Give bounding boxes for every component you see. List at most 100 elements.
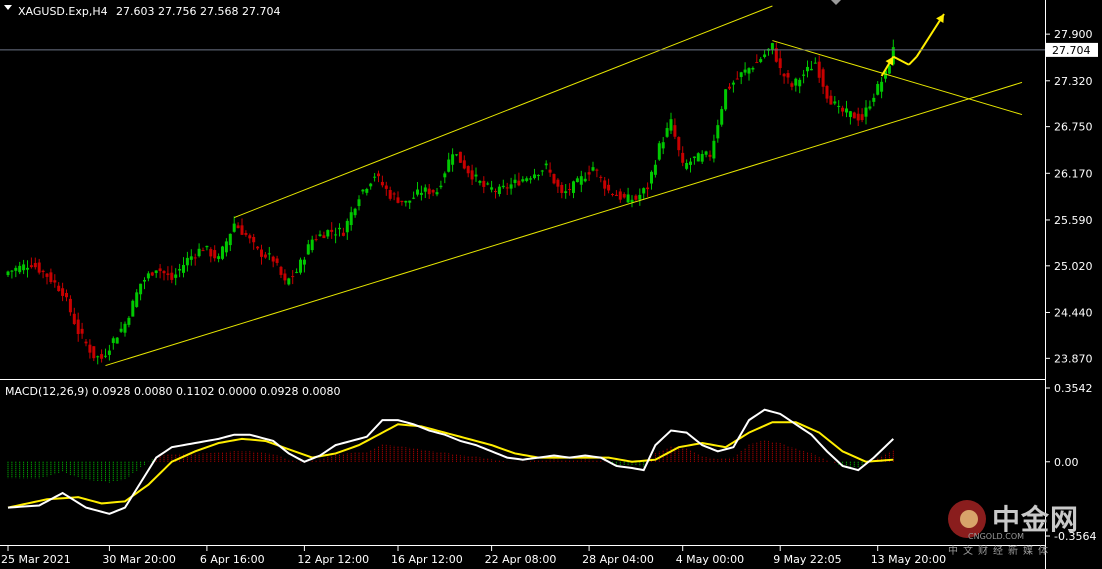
candle-body [322, 235, 326, 239]
candle-body [18, 265, 22, 273]
candle-body [388, 190, 392, 199]
candle-body [302, 259, 306, 265]
candle-body [872, 97, 876, 102]
candle-body [439, 185, 443, 188]
candle-body [665, 128, 669, 137]
candle-body [22, 264, 26, 271]
price-axis: 27.900 27.320 26.750 26.170 25.590 25.020 24.4… [1045, 28, 1096, 543]
candle-body [412, 197, 416, 199]
candle-body [150, 272, 154, 276]
candle-body [614, 194, 618, 197]
candle-body [127, 317, 131, 325]
candle-body [494, 191, 497, 193]
candle-body [76, 319, 80, 334]
candle-body [408, 200, 412, 203]
candle-body [185, 257, 189, 266]
candle-body [583, 178, 587, 182]
candle-body [287, 278, 291, 285]
price-tick-label: 23.870 [1054, 352, 1093, 365]
candle-body [817, 61, 821, 78]
candle-body [681, 152, 685, 163]
candle-body [170, 272, 174, 280]
candle-body [505, 187, 509, 189]
candle-body [201, 250, 205, 252]
candle-body [751, 67, 755, 70]
candle-body [158, 268, 162, 272]
candlestick-series [6, 39, 895, 365]
time-tick-label: 30 Mar 20:00 [102, 553, 175, 566]
candle-body [689, 161, 692, 165]
candle-body [384, 185, 388, 189]
candle-body [396, 197, 400, 203]
candle-body [735, 78, 739, 80]
candle-body [462, 160, 466, 169]
candle-body [806, 66, 809, 72]
candle-body [852, 112, 856, 119]
candle-body [646, 187, 650, 190]
candle-body [33, 262, 37, 268]
price-tick-label: 26.750 [1054, 121, 1093, 134]
candle-body [536, 175, 540, 177]
candle-body [848, 111, 852, 118]
candle-body [579, 176, 583, 185]
candle-body [876, 84, 880, 95]
candle-body [80, 328, 84, 334]
candle-body [392, 193, 396, 195]
candle-body [813, 62, 817, 64]
candle-body [330, 229, 334, 232]
candle-body [845, 108, 848, 113]
candle-body [458, 151, 462, 163]
candle-body [61, 288, 65, 296]
price-tick-label: 26.170 [1054, 167, 1093, 180]
time-axis: 25 Mar 2021 30 Mar 20:00 6 Apr 16:00 12 Apr… [1, 546, 946, 566]
candle-body [607, 184, 611, 191]
candle-body [770, 43, 774, 50]
price-tick-label: 25.590 [1054, 214, 1093, 227]
candle-body [275, 258, 279, 263]
symbol-dropdown-icon[interactable] [4, 5, 12, 10]
price-tick-label: 27.320 [1054, 75, 1093, 88]
candle-body [868, 106, 872, 109]
candle-body [213, 250, 217, 259]
candle-body [57, 285, 61, 292]
candle-body [618, 191, 622, 200]
candle-body [821, 69, 825, 87]
candle-body [182, 264, 185, 273]
candle-body [864, 107, 868, 117]
candle-body [260, 249, 263, 257]
candle-body [111, 338, 115, 344]
trading-chart[interactable]: 27.900 27.320 26.750 26.170 25.590 25.020 24.4… [0, 0, 1102, 569]
candle-body [41, 270, 45, 272]
candle-body [267, 253, 271, 255]
candle-body [373, 176, 377, 178]
candle-body [131, 300, 135, 317]
candle-body [345, 220, 349, 233]
macd-header: MACD(12,26,9) 0.0928 0.0080 0.1102 0.000… [5, 385, 340, 398]
candle-body [217, 256, 221, 259]
candle-body [431, 189, 435, 193]
candle-body [657, 143, 661, 160]
candle-body [115, 337, 119, 344]
candle-body [829, 95, 833, 105]
candle-body [84, 341, 88, 344]
candle-body [135, 292, 139, 307]
resistance-line [772, 40, 1023, 116]
candle-body [650, 171, 653, 184]
candle-body [162, 271, 166, 274]
candle-body [720, 109, 724, 125]
period-separator-marker [831, 0, 841, 5]
candle-body [739, 72, 743, 77]
candle-body [490, 187, 494, 190]
watermark-subtitle: 中文财经新媒体 [948, 546, 1053, 557]
macd-tick-label: 0.3542 [1054, 382, 1093, 395]
candle-body [10, 270, 14, 272]
candle-body [568, 188, 572, 190]
macd-signal-line [7, 421, 894, 509]
candle-body [755, 62, 759, 64]
candle-body [221, 246, 224, 259]
candle-body [728, 86, 731, 89]
candle-body [104, 355, 107, 357]
candle-body [786, 73, 790, 78]
candle-body [638, 194, 642, 200]
time-tick-label: 22 Apr 08:00 [485, 553, 557, 566]
